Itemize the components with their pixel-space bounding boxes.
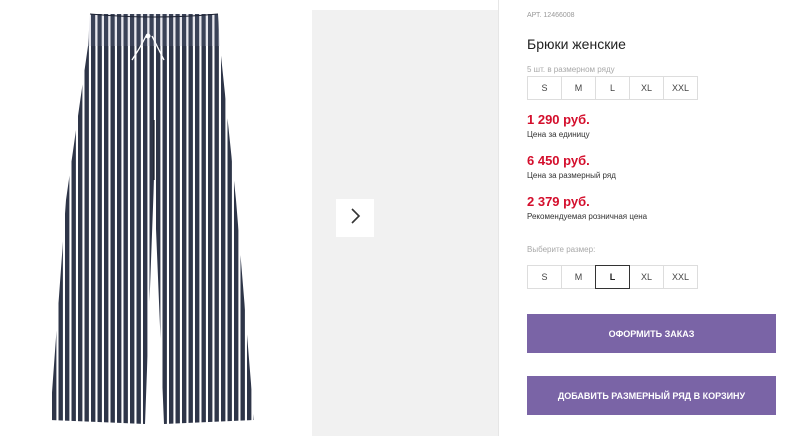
size-option-xl[interactable]: XL [629,265,664,289]
product-title: Брюки женские [527,36,626,52]
retail-price-label: Рекомендуемая розничная цена [527,212,648,221]
choose-size-label: Выберите размер: [527,245,596,254]
pack-size: S [527,76,562,100]
size-selector: S M L XL XXL [527,265,698,289]
size-option-l[interactable]: L [595,265,630,289]
pack-size: L [595,76,630,100]
chevron-right-icon [349,207,361,230]
pack-size: XL [629,76,664,100]
pack-size: XXL [663,76,698,100]
retail-price: 2 379 руб. [527,194,590,209]
divider [498,0,499,436]
product-photo [0,0,300,436]
pack-price: 6 450 руб. [527,153,590,168]
add-pack-to-cart-button[interactable]: ДОБАВИТЬ РАЗМЕРНЫЙ РЯД В КОРЗИНУ [527,376,776,415]
place-order-button[interactable]: ОФОРМИТЬ ЗАКАЗ [527,314,776,353]
pack-sizes: S M L XL XXL [527,76,698,100]
unit-price: 1 290 руб. [527,112,590,127]
size-option-xxl[interactable]: XXL [663,265,698,289]
pack-size: M [561,76,596,100]
pack-price-label: Цена за размерный ряд [527,171,616,180]
size-option-m[interactable]: M [561,265,596,289]
article-number: АРТ. 12466008 [527,12,575,19]
size-option-s[interactable]: S [527,265,562,289]
gallery-next-button[interactable] [336,199,374,237]
pack-note: 5 шт. в размерном ряду [527,65,615,74]
unit-price-label: Цена за единицу [527,130,590,139]
